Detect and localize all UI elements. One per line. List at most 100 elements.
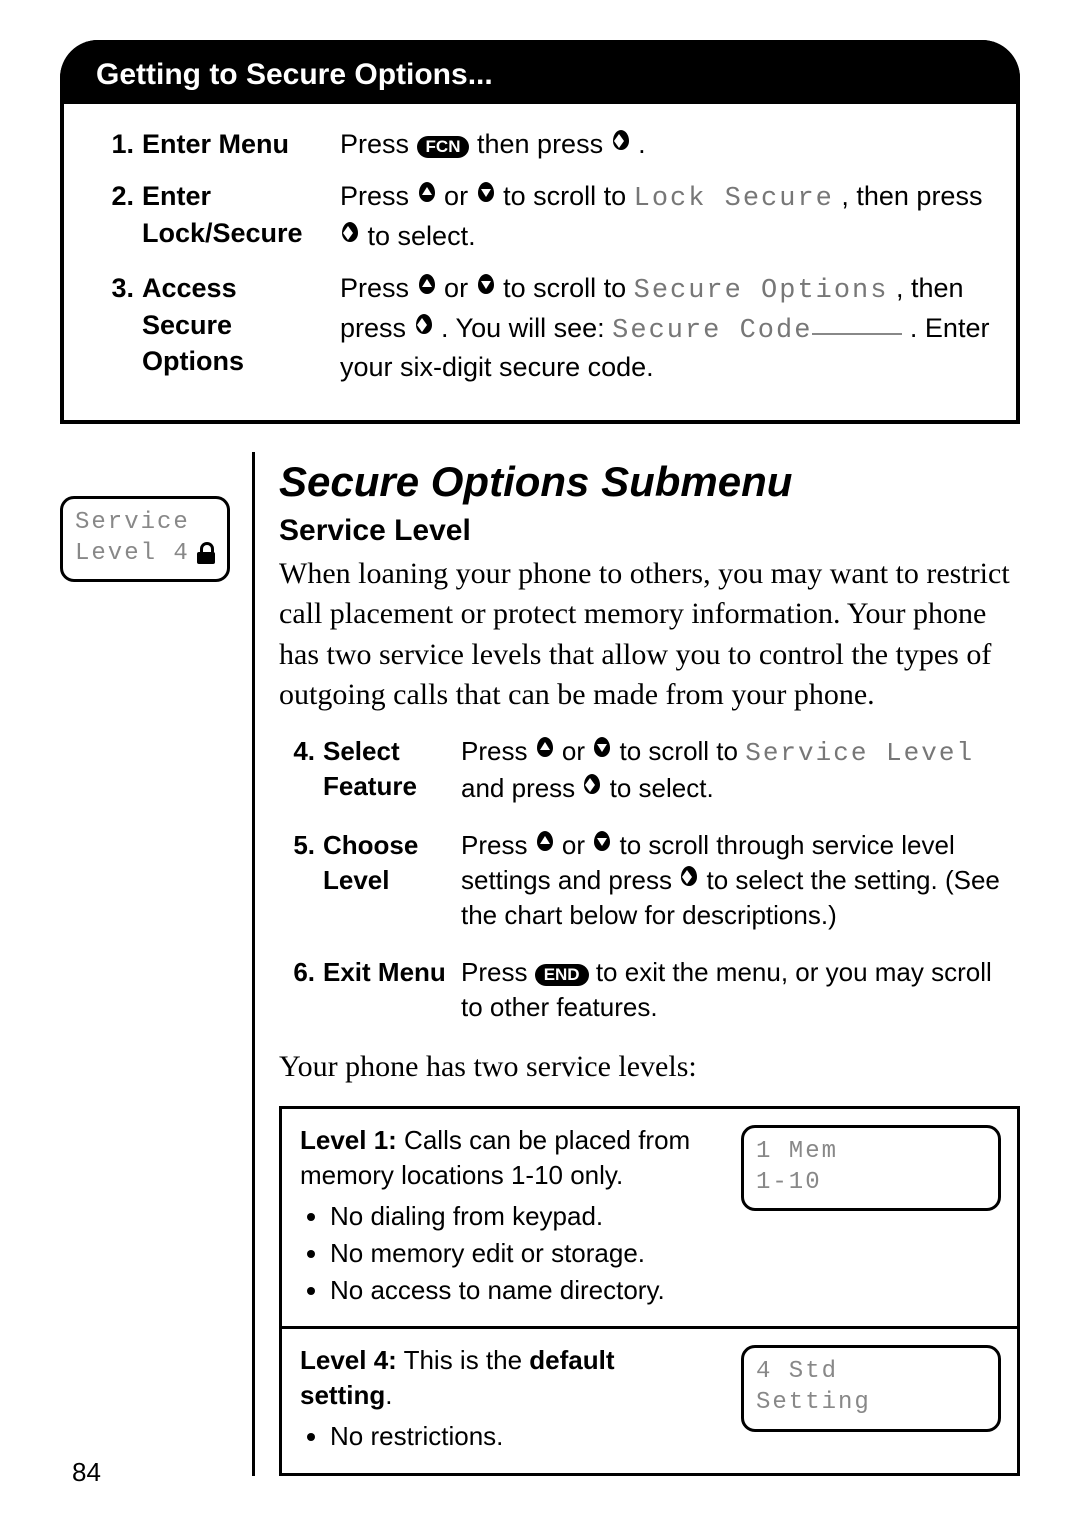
step-label: Enter Menu: [142, 126, 332, 162]
down-key-icon: [476, 274, 496, 302]
text: .: [385, 1380, 392, 1410]
text: or: [444, 181, 476, 211]
bullet: No access to name directory.: [330, 1273, 707, 1308]
select-key-icon: [582, 774, 602, 802]
text: or: [562, 830, 592, 860]
level-title: Level 4:: [300, 1345, 397, 1375]
select-key-icon: [414, 314, 434, 342]
blank-underline-icon: [812, 333, 902, 335]
box-body: 1. Enter Menu Press FCN then press . 2. …: [60, 104, 1020, 424]
page: Getting to Secure Options... 1. Enter Me…: [0, 0, 1080, 1524]
lcd-line1: Service: [75, 507, 215, 538]
fcn-key-icon: FCN: [417, 136, 470, 158]
text: , then press: [841, 181, 982, 211]
down-key-icon: [592, 831, 612, 859]
box-header: Getting to Secure Options...: [60, 40, 1020, 104]
text: Press: [340, 273, 417, 303]
level-bullets: No restrictions.: [300, 1419, 707, 1454]
text: to scroll to: [503, 273, 634, 303]
step-desc: Press or to scroll to Service Level and …: [461, 734, 1020, 806]
step-5: 5. Choose Level Press or to scroll throu…: [287, 828, 1020, 933]
text: Press: [461, 830, 535, 860]
section-title: Secure Options Submenu: [279, 458, 1020, 506]
step-label: Select Feature: [323, 734, 453, 806]
text: .: [638, 129, 646, 159]
step-3: 3. Access Secure Options Press or to scr…: [104, 270, 994, 385]
step-num: 3.: [104, 270, 134, 385]
lcd-text: Service Level: [745, 738, 974, 768]
bullet: No dialing from keypad.: [330, 1199, 707, 1234]
text: and press: [461, 773, 582, 803]
level-description: Level 4: This is the default setting. No…: [282, 1329, 725, 1472]
up-key-icon: [535, 831, 555, 859]
lcd-line2: 1-10: [756, 1167, 986, 1198]
step-4: 4. Select Feature Press or to scroll to …: [287, 734, 1020, 806]
bullet: No memory edit or storage.: [330, 1236, 707, 1271]
level-bullets: No dialing from keypad. No memory edit o…: [300, 1199, 707, 1308]
step-num: 6.: [287, 955, 315, 1025]
step-num: 2.: [104, 178, 134, 254]
step-desc: Press or to scroll through service level…: [461, 828, 1020, 933]
lock-icon: [197, 542, 215, 564]
step-1: 1. Enter Menu Press FCN then press .: [104, 126, 994, 162]
step-desc: Press or to scroll to Secure Options , t…: [340, 270, 994, 385]
select-key-icon: [340, 222, 360, 250]
text: Level 4: [75, 538, 190, 569]
select-key-icon: [679, 866, 699, 894]
level-screen-cell: 1 Mem 1-10: [725, 1109, 1017, 1326]
step-label: Exit Menu: [323, 955, 453, 1025]
up-key-icon: [417, 274, 437, 302]
step-6: 6. Exit Menu Press END to exit the menu,…: [287, 955, 1020, 1025]
step-desc: Press or to scroll to Lock Secure , then…: [340, 178, 994, 254]
step-2: 2. Enter Lock/Secure Press or to scroll …: [104, 178, 994, 254]
right-column: Secure Options Submenu Service Level Whe…: [252, 452, 1020, 1476]
text: or: [562, 736, 592, 766]
text: Press: [461, 736, 535, 766]
level-description: Level 1: Calls can be placed from memory…: [282, 1109, 725, 1326]
lcd-text: Secure Code: [612, 316, 812, 346]
lcd-line1: 1 Mem: [756, 1136, 986, 1167]
level-screen-cell: 4 Std Setting: [725, 1329, 1017, 1472]
step-num: 1.: [104, 126, 134, 162]
text: This is the: [397, 1345, 529, 1375]
step-label: Enter Lock/Secure: [142, 178, 332, 254]
step-label: Choose Level: [323, 828, 453, 933]
text: . You will see:: [441, 313, 612, 343]
phone-screen: 1 Mem 1-10: [741, 1125, 1001, 1211]
down-key-icon: [476, 182, 496, 210]
step-num: 5.: [287, 828, 315, 933]
service-levels-table: Level 1: Calls can be placed from memory…: [279, 1106, 1020, 1476]
text: to select.: [368, 221, 476, 251]
text: to select.: [610, 773, 714, 803]
level-title: Level 1:: [300, 1125, 397, 1155]
main-two-col: Service Level 4 Secure Options Submenu S…: [60, 452, 1020, 1476]
step-num: 4.: [287, 734, 315, 806]
select-key-icon: [611, 130, 631, 158]
text: Press: [461, 957, 535, 987]
text: or: [444, 273, 476, 303]
bullet: No restrictions.: [330, 1419, 707, 1454]
end-key-icon: END: [535, 964, 589, 986]
text: to scroll to: [620, 736, 746, 766]
lcd-line2: Level 4: [75, 538, 215, 569]
body-paragraph: When loaning your phone to others, you m…: [279, 554, 1020, 716]
body-paragraph-2: Your phone has two service levels:: [279, 1047, 1020, 1088]
lcd-line2: Setting: [756, 1387, 986, 1418]
phone-screen: Service Level 4: [60, 496, 230, 582]
left-column: Service Level 4: [60, 452, 230, 1476]
step-desc: Press END to exit the menu, or you may s…: [461, 955, 1020, 1025]
down-key-icon: [592, 737, 612, 765]
up-key-icon: [417, 182, 437, 210]
subheading: Service Level: [279, 514, 1020, 548]
level-row: Level 4: This is the default setting. No…: [282, 1326, 1017, 1472]
getting-to-secure-box: Getting to Secure Options... 1. Enter Me…: [60, 40, 1020, 424]
step-label: Access Secure Options: [142, 270, 332, 385]
text: Press: [340, 129, 417, 159]
text: then press: [477, 129, 611, 159]
lcd-text: Secure Options: [634, 276, 889, 306]
up-key-icon: [535, 737, 555, 765]
level-row: Level 1: Calls can be placed from memory…: [282, 1109, 1017, 1326]
step-desc: Press FCN then press .: [340, 126, 994, 162]
lcd-line1: 4 Std: [756, 1356, 986, 1387]
text: Press: [340, 181, 417, 211]
